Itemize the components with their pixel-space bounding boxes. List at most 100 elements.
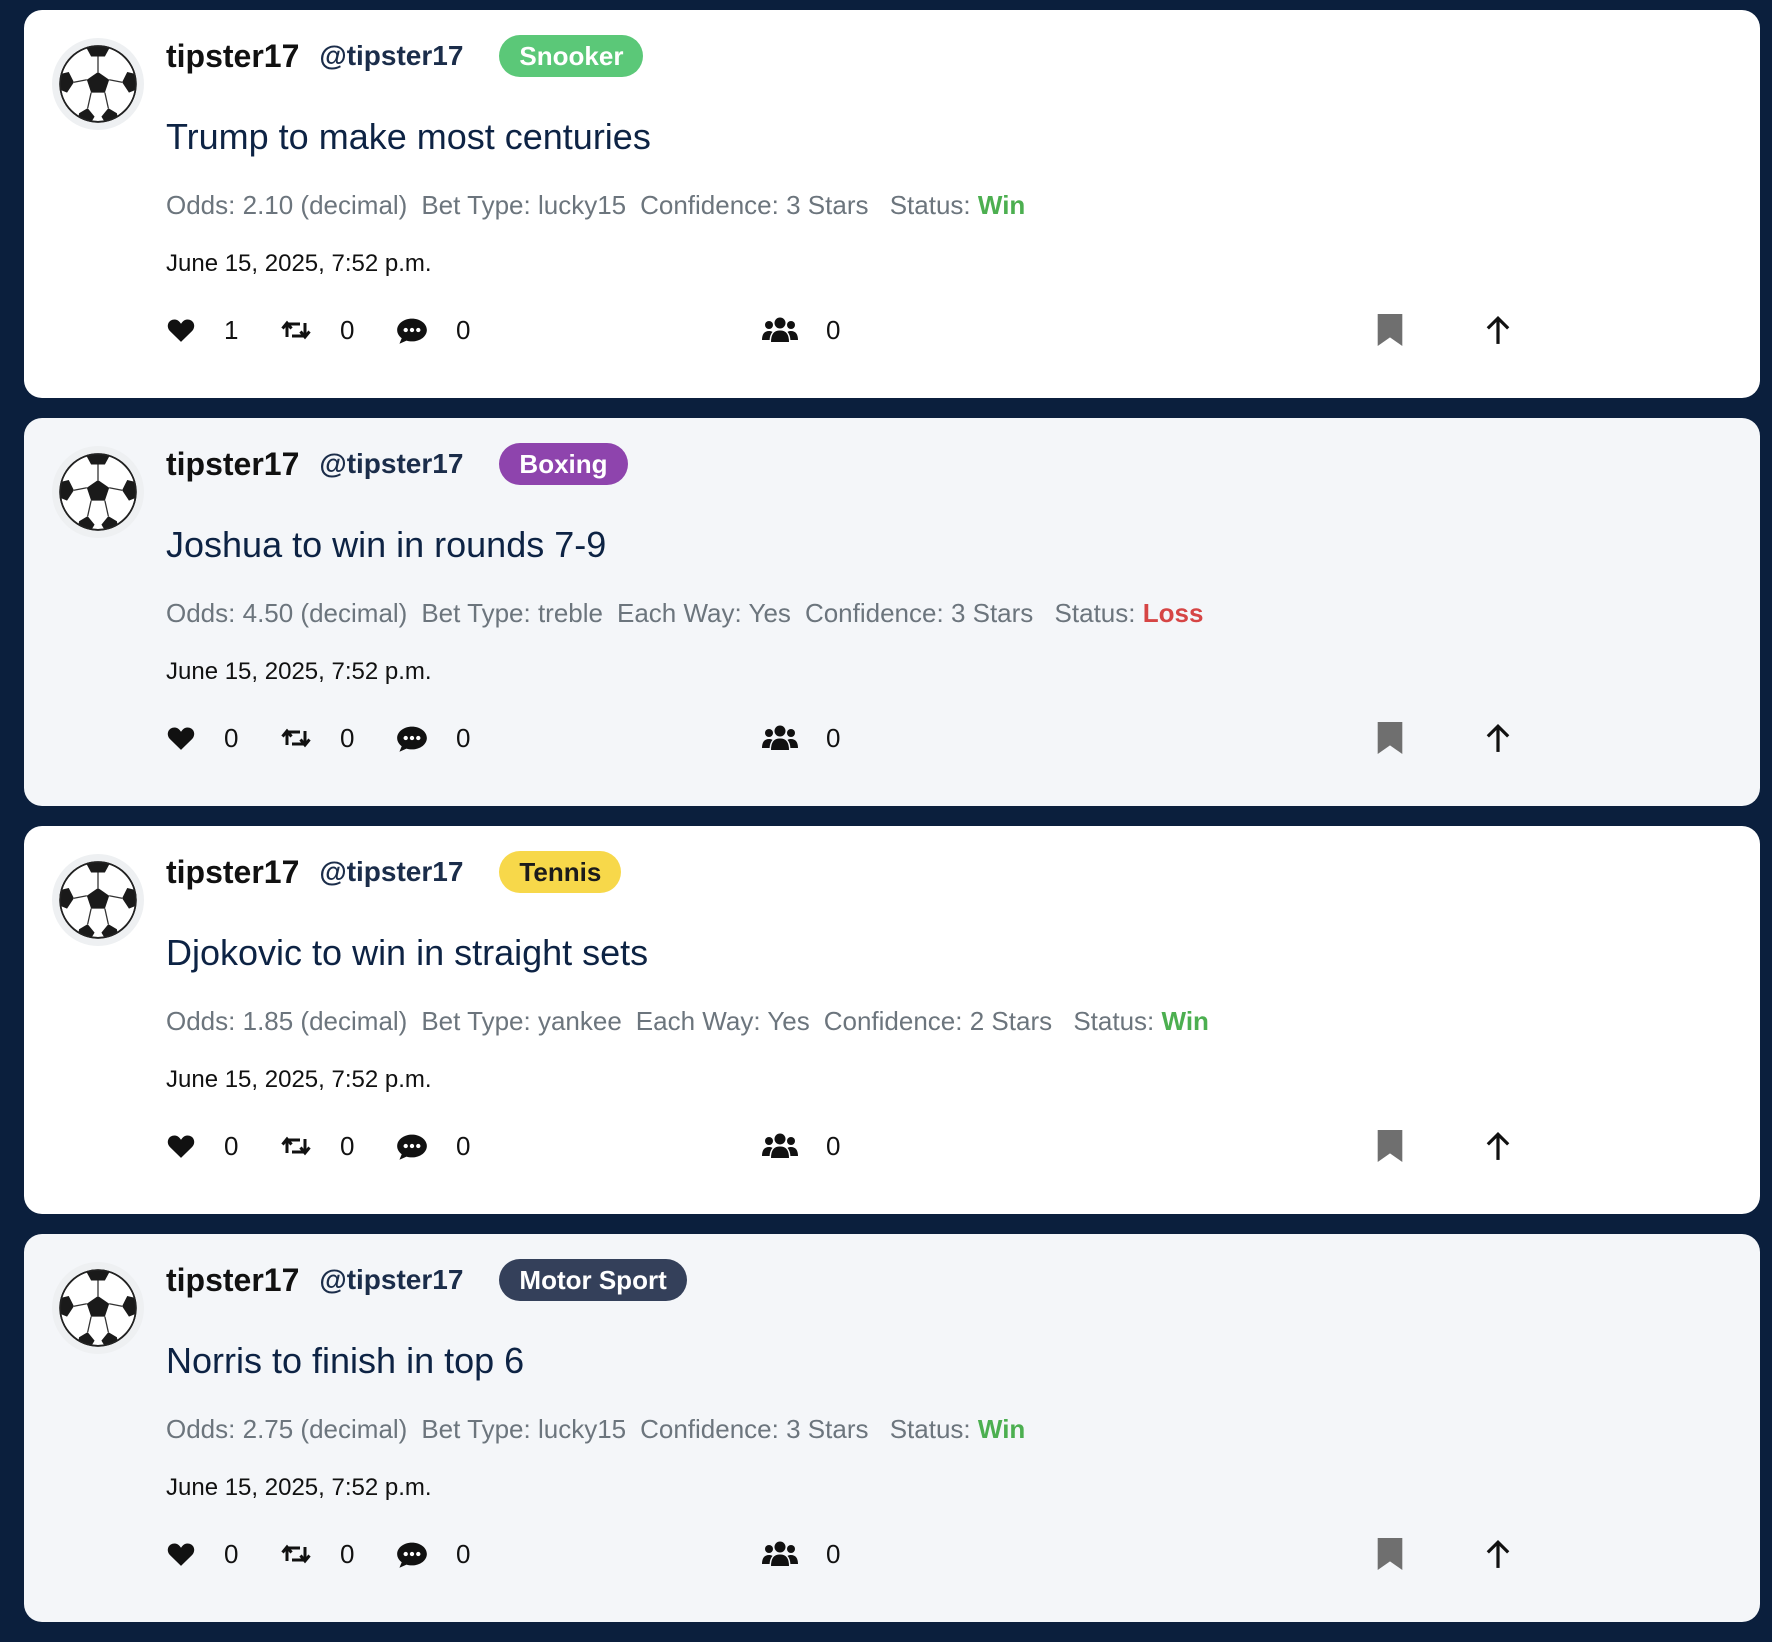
timestamp: June 15, 2025, 7:52 p.m. [166, 250, 432, 277]
bookmark-icon[interactable] [1370, 1534, 1410, 1574]
meta-item: Confidence: 3 Stars [640, 1414, 868, 1444]
followers-action[interactable]: 0 [762, 1126, 840, 1166]
like-action[interactable]: 1 [166, 310, 238, 350]
sport-badge[interactable]: Boxing [499, 443, 628, 485]
meta-item: Bet Type: lucky15 [421, 190, 626, 220]
heart-icon[interactable] [166, 1131, 196, 1161]
bookmark-icon[interactable] [1370, 310, 1410, 350]
username-handle[interactable]: @tipster17 [319, 856, 463, 888]
meta-value: 2 Stars [969, 1006, 1053, 1036]
comment-action[interactable]: 0 [396, 1126, 470, 1166]
heart-icon[interactable] [166, 723, 196, 753]
meta-value: yankee [537, 1006, 622, 1036]
soccer-ball-icon[interactable] [52, 1262, 144, 1354]
card-header: tipster17 @tipster17 Motor Sport [166, 1258, 687, 1302]
retweet-icon[interactable] [280, 723, 312, 753]
username-handle[interactable]: @tipster17 [319, 1264, 463, 1296]
display-name[interactable]: tipster17 [166, 854, 299, 891]
soccer-ball-icon[interactable] [52, 854, 144, 946]
arrow-up-icon[interactable] [1478, 310, 1518, 350]
comment-action[interactable]: 0 [396, 310, 470, 350]
bookmark-icon[interactable] [1370, 1126, 1410, 1166]
username-handle[interactable]: @tipster17 [319, 40, 463, 72]
tip-title[interactable]: Trump to make most centuries [166, 116, 651, 158]
meta-value: Yes [767, 1006, 810, 1036]
status-value: Loss [1142, 598, 1204, 628]
status-label: Status: [1054, 598, 1136, 628]
comment-action[interactable]: 0 [396, 718, 470, 758]
status-value: Win [1161, 1006, 1209, 1036]
meta-item: Bet Type: yankee [421, 1006, 621, 1036]
meta-item: Confidence: 3 Stars [805, 598, 1033, 628]
meta-label: Odds: [166, 598, 236, 628]
tips-feed: tipster17 @tipster17 Snooker Trump to ma… [24, 10, 1760, 1642]
arrow-up-icon[interactable] [1478, 1126, 1518, 1166]
status-value: Win [977, 1414, 1026, 1444]
comment-count: 0 [456, 1130, 471, 1161]
timestamp: June 15, 2025, 7:52 p.m. [166, 1474, 432, 1501]
followers-action[interactable]: 0 [762, 718, 840, 758]
soccer-ball-icon[interactable] [52, 446, 144, 538]
followers-count: 0 [826, 1538, 841, 1569]
status-label: Status: [1073, 1006, 1155, 1036]
comment-icon[interactable] [396, 723, 428, 753]
soccer-ball-icon[interactable] [52, 38, 144, 130]
repost-count: 0 [340, 722, 355, 753]
repost-count: 0 [340, 1538, 355, 1569]
users-icon[interactable] [762, 1131, 798, 1161]
like-action[interactable]: 0 [166, 1126, 238, 1166]
meta-label: Each Way: [635, 1006, 761, 1036]
tip-title[interactable]: Norris to finish in top 6 [166, 1340, 524, 1382]
repost-action[interactable]: 0 [280, 1534, 354, 1574]
meta-list: Odds: 1.85 (decimal) Bet Type: yankee Each… [166, 1006, 1066, 1036]
sport-badge[interactable]: Snooker [499, 35, 644, 77]
bookmark-icon[interactable] [1370, 718, 1410, 758]
sport-badge[interactable]: Tennis [499, 851, 622, 893]
tip-meta: Odds: 2.75 (decimal) Bet Type: lucky15 Con… [166, 1414, 1039, 1445]
display-name[interactable]: tipster17 [166, 446, 299, 483]
users-icon[interactable] [762, 315, 798, 345]
status-field: Status: Win [1073, 1006, 1209, 1036]
repost-action[interactable]: 0 [280, 718, 354, 758]
meta-item: Each Way: Yes [636, 1006, 810, 1036]
tip-title[interactable]: Djokovic to win in straight sets [166, 932, 648, 974]
meta-label: Each Way: [617, 598, 742, 628]
username-handle[interactable]: @tipster17 [319, 448, 463, 480]
like-count: 0 [224, 1538, 239, 1569]
arrow-up-icon[interactable] [1478, 1534, 1518, 1574]
display-name[interactable]: tipster17 [166, 38, 299, 75]
like-action[interactable]: 0 [166, 1534, 238, 1574]
repost-action[interactable]: 0 [280, 1126, 354, 1166]
tip-title[interactable]: Joshua to win in rounds 7-9 [166, 524, 606, 566]
followers-count: 0 [826, 1130, 841, 1161]
meta-value: lucky15 [537, 1414, 627, 1444]
heart-icon[interactable] [166, 1539, 196, 1569]
meta-list: Odds: 2.10 (decimal) Bet Type: lucky15 Con… [166, 190, 882, 220]
meta-value: 2.10 (decimal) [242, 190, 408, 220]
like-count: 0 [224, 1130, 239, 1161]
tip-meta: Odds: 1.85 (decimal) Bet Type: yankee Each… [166, 1006, 1223, 1037]
display-name[interactable]: tipster17 [166, 1262, 299, 1299]
meta-label: Bet Type: [421, 1414, 531, 1444]
like-action[interactable]: 0 [166, 718, 238, 758]
meta-label: Confidence: [804, 598, 944, 628]
retweet-icon[interactable] [280, 315, 312, 345]
meta-label: Confidence: [640, 1414, 779, 1444]
followers-action[interactable]: 0 [762, 1534, 840, 1574]
status-label: Status: [889, 1414, 971, 1444]
comment-count: 0 [456, 314, 471, 345]
comment-icon[interactable] [396, 1131, 428, 1161]
meta-list: Odds: 2.75 (decimal) Bet Type: lucky15 Con… [166, 1414, 882, 1444]
followers-action[interactable]: 0 [762, 310, 840, 350]
sport-badge[interactable]: Motor Sport [499, 1259, 687, 1301]
comment-action[interactable]: 0 [396, 1534, 470, 1574]
comment-icon[interactable] [396, 315, 428, 345]
repost-action[interactable]: 0 [280, 310, 354, 350]
retweet-icon[interactable] [280, 1131, 312, 1161]
users-icon[interactable] [762, 1539, 798, 1569]
users-icon[interactable] [762, 723, 798, 753]
retweet-icon[interactable] [280, 1539, 312, 1569]
heart-icon[interactable] [166, 315, 196, 345]
comment-icon[interactable] [396, 1539, 428, 1569]
arrow-up-icon[interactable] [1478, 718, 1518, 758]
